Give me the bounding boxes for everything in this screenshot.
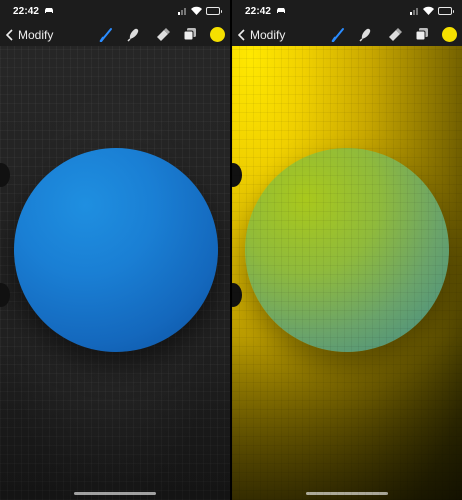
battery-icon xyxy=(206,7,222,15)
brush-icon[interactable] xyxy=(331,26,347,42)
car-icon xyxy=(45,8,53,13)
smudge-icon[interactable] xyxy=(358,26,374,42)
opacity-handle[interactable] xyxy=(232,283,242,307)
canvas-shading xyxy=(0,336,230,500)
back-button[interactable]: Modify xyxy=(238,27,285,43)
green-circle xyxy=(245,148,449,352)
home-indicator xyxy=(74,492,156,495)
status-time: 22:42 xyxy=(13,6,40,17)
canvas-shading xyxy=(232,336,462,500)
color-swatch[interactable] xyxy=(442,27,457,42)
back-label: Modify xyxy=(250,28,286,42)
back-label: Modify xyxy=(18,28,54,42)
layers-icon[interactable] xyxy=(182,26,198,42)
drawing-canvas[interactable] xyxy=(0,46,230,500)
blue-circle xyxy=(14,148,218,352)
car-icon xyxy=(277,8,285,13)
status-bar: 22:42 xyxy=(232,0,462,22)
home-indicator xyxy=(306,492,388,495)
wifi-icon xyxy=(191,6,202,15)
smudge-icon[interactable] xyxy=(126,26,142,42)
toolbar: Modify xyxy=(0,22,230,46)
chevron-left-icon xyxy=(6,29,13,41)
eraser-icon[interactable] xyxy=(387,26,403,42)
battery-icon xyxy=(438,7,454,15)
signal-icon xyxy=(410,7,420,15)
toolbar: Modify xyxy=(232,22,462,46)
drawing-canvas[interactable] xyxy=(232,46,462,500)
brush-icon[interactable] xyxy=(99,26,115,42)
chevron-left-icon xyxy=(238,29,245,41)
comparison-screens: 22:42 Modify 22:42 Modify xyxy=(0,0,462,500)
eraser-icon[interactable] xyxy=(155,26,171,42)
brush-size-handle[interactable] xyxy=(0,163,10,187)
wifi-icon xyxy=(423,6,434,15)
back-button[interactable]: Modify xyxy=(6,27,53,43)
screen-before: 22:42 Modify xyxy=(0,0,230,500)
brush-size-handle[interactable] xyxy=(232,163,242,187)
layers-icon[interactable] xyxy=(414,26,430,42)
color-swatch[interactable] xyxy=(210,27,225,42)
signal-icon xyxy=(178,7,188,15)
screen-after: 22:42 Modify xyxy=(232,0,462,500)
status-bar: 22:42 xyxy=(0,0,230,22)
opacity-handle[interactable] xyxy=(0,283,10,307)
status-time: 22:42 xyxy=(245,6,272,17)
